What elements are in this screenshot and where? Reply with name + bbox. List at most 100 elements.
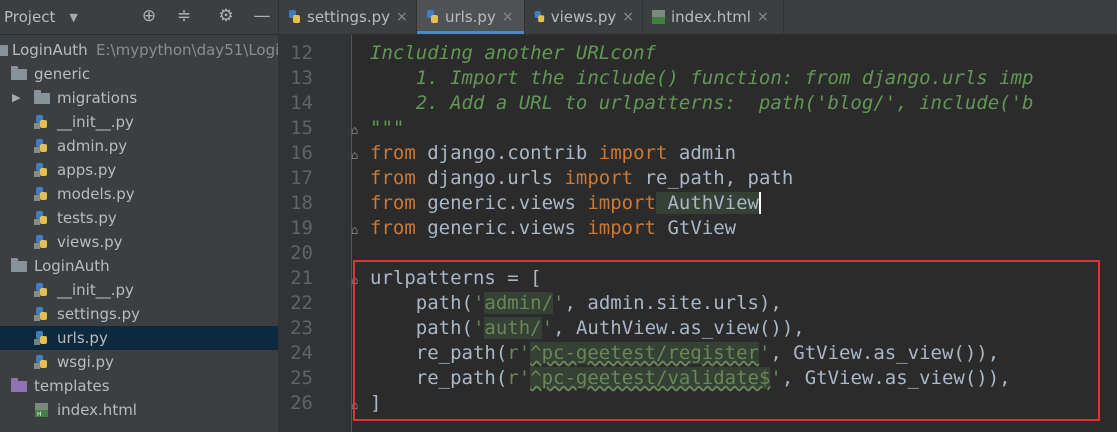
code-line-13: 1. Import the include() function: from d… [370,67,1034,89]
editor-tabbar: settings.py × urls.py × views.py × index… [279,0,1117,35]
line-number: 18 [290,192,313,214]
python-file-icon [34,163,47,177]
line-number: 15 [290,117,313,139]
tab-urls-py[interactable]: urls.py × [417,0,525,34]
close-icon[interactable]: × [396,9,408,25]
tree-item-label: index.html [57,401,137,419]
code-line-21: urlpatterns = [ [370,267,542,289]
code-token: generic.views [415,192,588,214]
tree-item-migrations[interactable]: ▶ migrations [0,86,278,110]
tree-item-file[interactable]: admin.py [0,134,278,158]
code-line-26: ] [370,392,382,414]
tree-item-label: templates [34,377,110,395]
code-token: admin [667,142,737,164]
editor-gutter[interactable]: 12 13 14 15 16 17 18 19 20 21 22 23 24 2… [279,35,358,432]
tree-item-label: tests.py [57,209,117,227]
code-line-16: from django.contrib import admin [370,141,736,166]
tree-item-file[interactable]: H index.html [0,398,278,422]
code-token: , admin.site.urls), [564,292,782,314]
line-number: 21 [290,267,313,289]
tab-index-html[interactable]: index.html × [643,0,784,34]
string-quote: ' [472,317,485,339]
code-token: path( [370,317,473,339]
line-number: 12 [290,42,313,64]
code-line-14: 2. Add a URL to urlpatterns: path('blog/… [370,92,1034,114]
python-file-icon [289,10,300,23]
python-file-icon [34,211,47,225]
python-file-icon [34,307,47,321]
tree-item-file[interactable]: views.py [0,230,278,254]
hide-panel-icon[interactable]: — [253,7,271,25]
python-file-icon [34,115,47,129]
tree-item-file[interactable]: apps.py [0,158,278,182]
tree-item-templates[interactable]: templates [0,374,278,398]
code-token: , GtView.as_view()), [770,342,1000,364]
collapse-all-icon[interactable]: ≑ [175,7,193,25]
tab-settings-py[interactable]: settings.py × [279,0,417,34]
folder-icon [11,66,27,80]
fold-end-icon[interactable]: ⌂ [351,124,361,136]
close-icon[interactable]: × [757,9,769,25]
close-icon[interactable]: × [622,9,634,25]
string-quote: r' [507,367,531,389]
code-line-19: from generic.views import GtView [370,216,736,241]
tree-item-loginauth-root[interactable]: LoginAuth E:\mypython\day51\LoginAuth [0,38,278,62]
tree-item-label: models.py [57,185,135,203]
chevron-down-icon[interactable]: ▼ [69,11,77,24]
code-token: re_path( [370,367,508,389]
locate-icon[interactable]: ⊕ [140,7,158,25]
fold-end-icon[interactable]: ⌂ [351,399,361,411]
folder-icon [34,90,50,104]
keyword: import [587,192,656,214]
line-number: 24 [290,342,313,364]
string-quote: ' [770,367,782,389]
code-line-17: from django.urls import re_path, path [370,166,793,191]
python-file-icon [34,355,47,369]
tree-item-file[interactable]: wsgi.py [0,350,278,374]
tree-item-file-selected[interactable]: urls.py [0,326,278,350]
close-icon[interactable]: × [502,9,514,25]
string-quote: ' [758,342,771,364]
line-number: 26 [290,392,313,414]
code-line-23: path('auth/', AuthView.as_view()), [370,316,805,341]
line-number: 20 [290,242,313,264]
python-file-icon [427,10,438,23]
tree-item-file[interactable]: models.py [0,182,278,206]
code-token: re_path, path [633,167,794,189]
string-quote: ' [472,292,485,314]
tree-item-label: views.py [57,233,123,251]
python-file-icon [34,283,47,297]
tree-item-label: LoginAuth [12,41,88,59]
code-editor[interactable]: Including another URLconf 1. Import the … [370,35,1117,432]
code-token: generic.views [415,217,588,239]
tab-views-py[interactable]: views.py × [525,0,643,34]
gear-icon[interactable]: ⚙ [217,7,235,25]
svg-text:H: H [37,411,42,418]
tree-item-generic[interactable]: generic [0,62,278,86]
tree-item-label: LoginAuth [34,257,110,275]
tree-item-file[interactable]: __init__.py [0,278,278,302]
fold-end-icon[interactable]: ⌂ [351,224,361,236]
keyword: import [564,167,634,189]
keyword: from [370,217,416,239]
code-line-25: re_path(r'^pc-geetest/validate$', GtView… [370,366,1011,391]
code-token: django.contrib [415,142,599,164]
keyword: from [370,142,416,164]
code-token: path( [370,292,473,314]
line-number: 22 [290,292,313,314]
expand-arrow-icon[interactable]: ▶ [12,86,20,110]
html-file-icon [652,10,665,24]
fold-start-icon[interactable]: ⌂ [351,274,361,286]
code-token: django.urls [415,167,565,189]
code-token-highlighted: AuthView [656,192,761,214]
tree-item-label: generic [34,65,91,83]
tree-item-file[interactable]: tests.py [0,206,278,230]
tree-item-file[interactable]: __init__.py [0,110,278,134]
project-view-selector[interactable]: Project [4,8,55,26]
tree-item-file[interactable]: settings.py [0,302,278,326]
tree-item-loginauth-package[interactable]: LoginAuth [0,254,278,278]
tree-item-label: settings.py [57,305,140,323]
fold-start-icon[interactable]: ⌂ [351,149,361,161]
code-token: , AuthView.as_view()), [553,317,805,339]
code-line-22: path('admin/', admin.site.urls), [370,291,782,316]
